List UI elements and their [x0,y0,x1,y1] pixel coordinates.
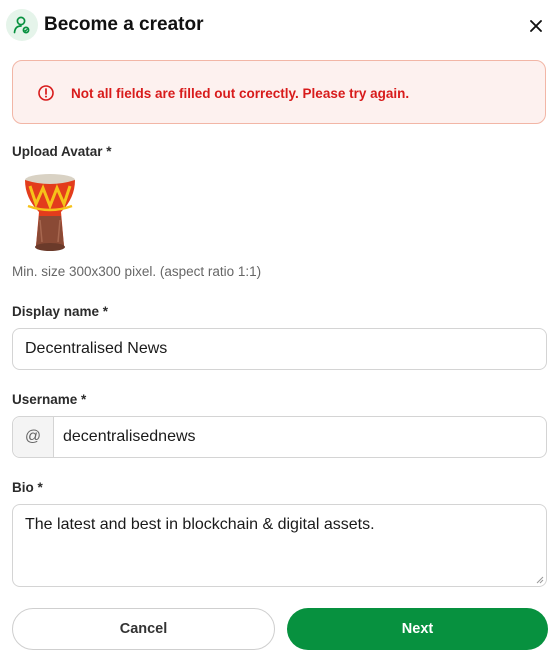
dialog-header: Become a creator [0,0,559,52]
avatar-size-hint: Min. size 300x300 pixel. (aspect ratio 1… [12,264,262,279]
avatar-upload[interactable] [22,172,78,254]
username-label: Username * [12,392,87,407]
dialog-title: Become a creator [44,14,204,35]
username-value: decentralisednews [63,428,196,445]
username-field[interactable]: @ decentralisednews [12,416,547,458]
bio-value: The latest and best in blockchain & digi… [25,516,375,533]
display-name-field[interactable]: Decentralised News [12,328,547,370]
djembe-drum-avatar [25,174,75,251]
resize-handle-icon[interactable] [536,576,544,584]
bio-textarea[interactable]: The latest and best in blockchain & digi… [12,504,547,587]
error-message: Not all fields are filled out correctly.… [71,86,410,101]
cancel-button[interactable]: Cancel [12,608,275,650]
error-alert: Not all fields are filled out correctly.… [12,60,546,124]
bio-label: Bio * [12,480,43,495]
close-icon[interactable] [526,16,546,36]
next-button[interactable]: Next [287,608,548,650]
display-name-label: Display name * [12,304,109,319]
creator-user-icon [6,9,38,41]
username-at-prefix: @ [13,417,54,457]
avatar-label: Upload Avatar * [12,144,112,159]
error-circle-icon [38,85,54,101]
display-name-value: Decentralised News [25,340,168,357]
